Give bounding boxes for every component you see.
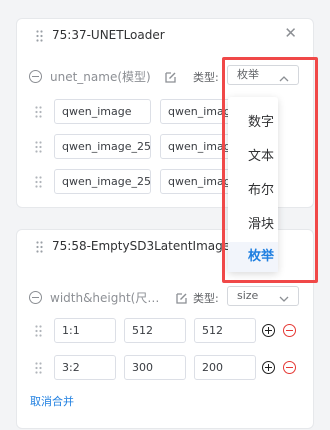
type-label: 类型: xyxy=(193,71,219,84)
height-input[interactable]: 512 xyxy=(194,318,256,343)
value-input[interactable]: qwen_image_25 xyxy=(54,169,151,194)
value-input[interactable]: qwen_image_25 xyxy=(54,134,151,159)
edit-icon[interactable] xyxy=(164,69,177,88)
close-icon[interactable]: ✕ xyxy=(284,24,297,42)
chevron-down-icon xyxy=(279,291,289,309)
node-title: 75:58-EmptySD3LatentImage xyxy=(52,239,231,253)
add-row-icon[interactable] xyxy=(262,361,275,374)
width-input[interactable]: 300 xyxy=(124,355,186,380)
remove-row-icon[interactable] xyxy=(283,361,296,374)
param-name: width&height(尺… xyxy=(50,291,160,305)
drag-handle-icon[interactable] xyxy=(36,241,43,253)
edit-icon[interactable] xyxy=(175,290,188,309)
value-input[interactable]: qwen_image xyxy=(54,99,151,124)
add-row-icon[interactable] xyxy=(262,324,275,337)
drag-handle-icon[interactable] xyxy=(36,30,43,42)
highlight-box xyxy=(222,57,318,283)
row-drag-handle-icon[interactable] xyxy=(35,362,42,374)
type-select[interactable]: size xyxy=(227,286,299,306)
ratio-input[interactable]: 1:1 xyxy=(54,318,116,343)
remove-row-icon[interactable] xyxy=(283,324,296,337)
collapse-param-icon[interactable] xyxy=(29,291,42,304)
type-select-value: size xyxy=(237,289,259,302)
row-drag-handle-icon[interactable] xyxy=(35,106,42,118)
node-title: 75:37-UNETLoader xyxy=(52,28,165,42)
row-drag-handle-icon[interactable] xyxy=(35,141,42,153)
height-input[interactable]: 200 xyxy=(194,355,256,380)
unmerge-link[interactable]: 取消合并 xyxy=(30,393,74,409)
collapse-param-icon[interactable] xyxy=(29,70,42,83)
type-label: 类型: xyxy=(193,292,219,305)
row-drag-handle-icon[interactable] xyxy=(35,325,42,337)
param-name: unet_name(模型) xyxy=(50,70,151,84)
row-drag-handle-icon[interactable] xyxy=(35,176,42,188)
ratio-input[interactable]: 3:2 xyxy=(54,355,116,380)
width-input[interactable]: 512 xyxy=(124,318,186,343)
